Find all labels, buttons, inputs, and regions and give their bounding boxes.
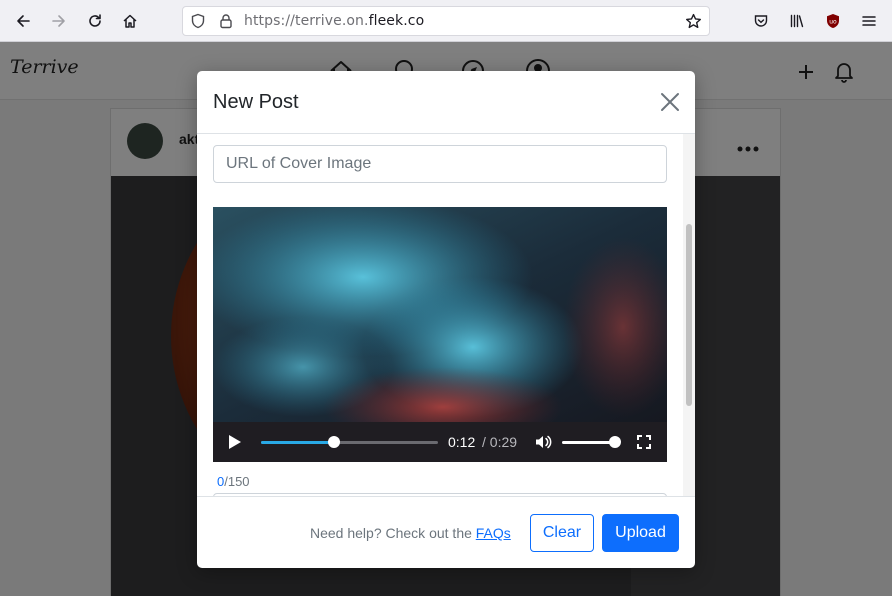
url-text: https://terrive.on.fleek.co <box>244 13 424 29</box>
back-arrow-icon[interactable] <box>12 10 34 32</box>
clear-button[interactable]: Clear <box>530 514 594 552</box>
video-frame <box>213 207 667 422</box>
video-controls: 0:12 / 0:29 <box>213 422 667 462</box>
volume-slider[interactable] <box>562 436 621 448</box>
help-text-prefix: Need help? Check out the <box>310 525 476 541</box>
url-host: fleek.co <box>368 13 425 29</box>
pocket-icon[interactable] <box>750 10 772 32</box>
new-post-modal: New Post URL of Cover Image 0:12 / 0:29 … <box>197 71 695 568</box>
shield-icon[interactable] <box>190 13 206 33</box>
char-counter: 0/150 <box>217 474 250 489</box>
home-icon[interactable] <box>119 10 141 32</box>
modal-scrollbar[interactable] <box>683 134 695 496</box>
current-time: 0:12 <box>448 434 476 450</box>
fullscreen-icon[interactable] <box>636 434 652 450</box>
faqs-link[interactable]: FAQs <box>476 525 511 541</box>
modal-footer-divider <box>197 496 695 497</box>
ublock-icon[interactable]: uo <box>822 10 844 32</box>
duration: / 0:29 <box>482 434 518 450</box>
video-player[interactable]: 0:12 / 0:29 <box>213 207 667 462</box>
volume-handle[interactable] <box>608 436 621 448</box>
seek-bar-progress <box>261 441 334 444</box>
browser-toolbar: https://terrive.on.fleek.co uo <box>0 0 892 42</box>
seek-handle[interactable] <box>327 436 340 448</box>
play-icon[interactable] <box>227 434 243 450</box>
upload-button[interactable]: Upload <box>602 514 679 552</box>
reload-icon[interactable] <box>84 10 106 32</box>
char-count-max: /150 <box>224 474 250 489</box>
library-icon[interactable] <box>786 10 808 32</box>
modal-body: URL of Cover Image 0:12 / 0:29 0/150 <box>197 134 695 496</box>
lock-icon[interactable] <box>218 13 234 33</box>
bookmark-star-icon[interactable] <box>685 13 702 34</box>
address-bar[interactable]: https://terrive.on.fleek.co <box>182 6 710 36</box>
modal-scrollbar-thumb[interactable] <box>686 224 692 406</box>
url-prefix: https://terrive.on. <box>244 13 369 29</box>
forward-arrow-icon[interactable] <box>48 10 70 32</box>
hamburger-menu-icon[interactable] <box>858 10 880 32</box>
close-icon[interactable] <box>659 91 681 113</box>
seek-bar[interactable] <box>261 436 438 448</box>
volume-icon[interactable] <box>534 433 552 451</box>
cover-image-url-input[interactable]: URL of Cover Image <box>213 145 667 183</box>
svg-text:uo: uo <box>829 19 837 26</box>
help-text: Need help? Check out the FAQs <box>310 525 511 541</box>
modal-title: New Post <box>213 91 299 113</box>
